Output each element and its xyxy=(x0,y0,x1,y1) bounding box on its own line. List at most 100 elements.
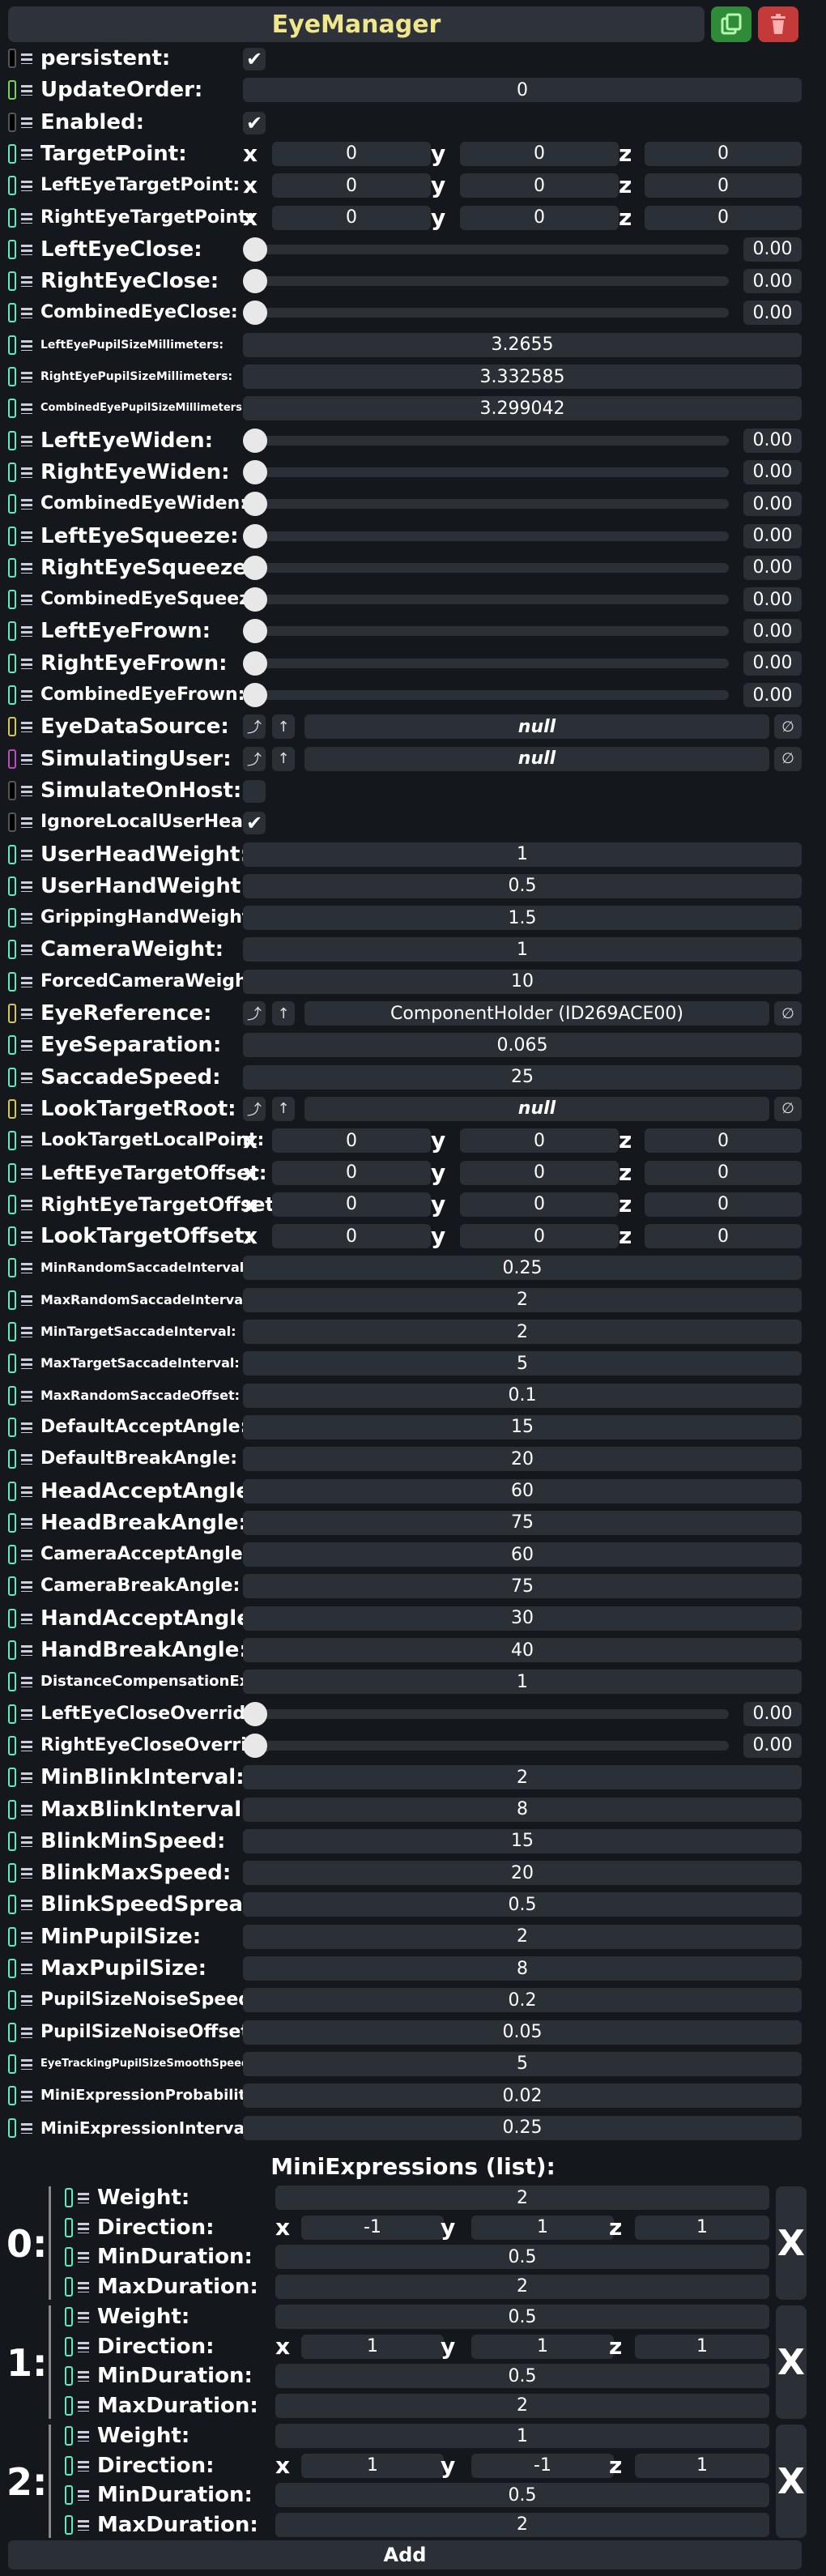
drag-handle-icon[interactable] xyxy=(21,908,32,928)
value-field[interactable]: 0.2 xyxy=(243,1988,802,2013)
drag-handle-icon[interactable] xyxy=(21,812,32,832)
value-field[interactable]: 15 xyxy=(243,1414,802,1439)
up-arrow-icon[interactable]: ↑ xyxy=(272,746,295,771)
x-input[interactable]: 0 xyxy=(272,1128,431,1154)
drag-handle-icon[interactable] xyxy=(21,1704,32,1724)
value-field[interactable]: 8 xyxy=(243,1956,802,1981)
y-input[interactable]: 0 xyxy=(460,173,619,198)
drag-handle-icon[interactable] xyxy=(21,1195,32,1214)
x-input[interactable]: 1 xyxy=(301,2453,444,2478)
drag-handle-icon[interactable] xyxy=(21,80,32,100)
slider-track[interactable] xyxy=(243,690,729,700)
drag-handle-icon[interactable] xyxy=(21,685,32,705)
x-input[interactable]: 1 xyxy=(301,2334,444,2359)
drag-handle-icon[interactable] xyxy=(21,1513,32,1533)
x-input[interactable]: 0 xyxy=(272,1192,431,1217)
jump-icon[interactable]: ⤴ xyxy=(243,746,266,771)
drag-handle-icon[interactable] xyxy=(21,527,32,546)
drag-handle-icon[interactable] xyxy=(21,303,32,322)
checkbox[interactable]: ✔ xyxy=(243,48,266,70)
value-field[interactable]: 40 xyxy=(243,1638,802,1662)
y-input[interactable]: 0 xyxy=(460,1160,619,1185)
value-field[interactable]: 0.5 xyxy=(275,2305,769,2329)
slider-track[interactable] xyxy=(243,626,729,637)
slider-track[interactable] xyxy=(243,244,729,254)
drag-handle-icon[interactable] xyxy=(21,654,32,673)
z-input[interactable]: 0 xyxy=(645,173,802,198)
drag-handle-icon[interactable] xyxy=(21,2023,32,2042)
slider-knob[interactable] xyxy=(243,301,267,326)
drag-handle-icon[interactable] xyxy=(21,781,32,800)
z-input[interactable]: 1 xyxy=(635,2215,769,2240)
slider-track[interactable] xyxy=(243,308,729,318)
null-icon[interactable]: ∅ xyxy=(774,1096,802,1121)
slider-track[interactable] xyxy=(243,1708,729,1719)
drag-handle-icon[interactable] xyxy=(21,176,32,195)
drag-handle-icon[interactable] xyxy=(21,1609,32,1628)
drag-handle-icon[interactable] xyxy=(78,2426,89,2446)
value-field[interactable]: 2 xyxy=(275,2186,769,2210)
up-arrow-icon[interactable]: ↑ xyxy=(272,1001,295,1026)
value-field[interactable]: 20 xyxy=(243,1447,802,1472)
drag-handle-icon[interactable] xyxy=(21,1895,32,1914)
value-field[interactable]: 0 xyxy=(243,78,802,103)
value-field[interactable]: 10 xyxy=(243,969,802,994)
value-field[interactable]: 1 xyxy=(243,937,802,962)
value-field[interactable]: 75 xyxy=(243,1574,802,1599)
value-field[interactable]: 1 xyxy=(243,842,802,867)
value-field[interactable]: 2 xyxy=(243,1765,802,1790)
value-field[interactable]: 2 xyxy=(275,2512,769,2537)
drag-handle-icon[interactable] xyxy=(21,590,32,609)
slider-track[interactable] xyxy=(243,531,729,541)
drag-handle-icon[interactable] xyxy=(21,1640,32,1660)
value-field[interactable]: 0.25 xyxy=(243,1256,802,1281)
slider-knob[interactable] xyxy=(243,587,267,612)
value-field[interactable]: 1 xyxy=(275,2424,769,2448)
drag-handle-icon[interactable] xyxy=(21,1449,32,1469)
drag-handle-icon[interactable] xyxy=(21,717,32,736)
jump-icon[interactable]: ⤴ xyxy=(243,1096,266,1121)
drag-handle-icon[interactable] xyxy=(78,2366,89,2386)
slider-track[interactable] xyxy=(243,1740,729,1751)
drag-handle-icon[interactable] xyxy=(21,1354,32,1373)
value-field[interactable]: 1 xyxy=(243,1670,802,1695)
drag-handle-icon[interactable] xyxy=(78,2337,89,2356)
z-input[interactable]: 1 xyxy=(635,2453,769,2478)
value-field[interactable]: 0.5 xyxy=(243,873,802,898)
value-field[interactable]: 2 xyxy=(275,2393,769,2418)
value-field[interactable]: 20 xyxy=(243,1861,802,1886)
value-field[interactable]: 0.5 xyxy=(275,2245,769,2269)
slider-knob[interactable] xyxy=(243,269,267,294)
x-input[interactable]: 0 xyxy=(272,1160,431,1185)
drag-handle-icon[interactable] xyxy=(21,1418,32,1437)
up-arrow-icon[interactable]: ↑ xyxy=(272,1096,295,1121)
value-field[interactable]: 0.5 xyxy=(275,2483,769,2507)
drag-handle-icon[interactable] xyxy=(21,144,32,164)
drag-handle-icon[interactable] xyxy=(78,2277,89,2297)
drag-handle-icon[interactable] xyxy=(21,1672,32,1691)
drag-handle-icon[interactable] xyxy=(78,2218,89,2237)
x-input[interactable]: 0 xyxy=(272,141,431,166)
drag-handle-icon[interactable] xyxy=(21,2086,32,2105)
null-icon[interactable]: ∅ xyxy=(774,1001,802,1026)
value-field[interactable]: 0.1 xyxy=(243,1383,802,1408)
value-field[interactable]: 60 xyxy=(243,1542,802,1567)
value-field[interactable]: 3.2655 xyxy=(243,332,802,357)
slider-track[interactable] xyxy=(243,499,729,510)
z-input[interactable]: 0 xyxy=(645,205,802,230)
drag-handle-icon[interactable] xyxy=(21,1322,32,1341)
value-field[interactable]: 2 xyxy=(275,2274,769,2299)
drag-handle-icon[interactable] xyxy=(21,1832,32,1851)
checkbox[interactable]: ✔ xyxy=(243,812,266,835)
drag-handle-icon[interactable] xyxy=(78,2247,89,2267)
drag-handle-icon[interactable] xyxy=(21,1545,32,1564)
drag-handle-icon[interactable] xyxy=(21,2118,32,2138)
up-arrow-icon[interactable]: ↑ xyxy=(272,714,295,740)
slider-knob[interactable] xyxy=(243,492,267,517)
null-icon[interactable]: ∅ xyxy=(774,714,802,740)
slider-knob[interactable] xyxy=(243,459,267,484)
y-input[interactable]: 1 xyxy=(471,2334,614,2359)
drag-handle-icon[interactable] xyxy=(21,1004,32,1023)
drag-handle-icon[interactable] xyxy=(21,335,32,355)
value-field[interactable]: 0.05 xyxy=(243,2019,802,2045)
